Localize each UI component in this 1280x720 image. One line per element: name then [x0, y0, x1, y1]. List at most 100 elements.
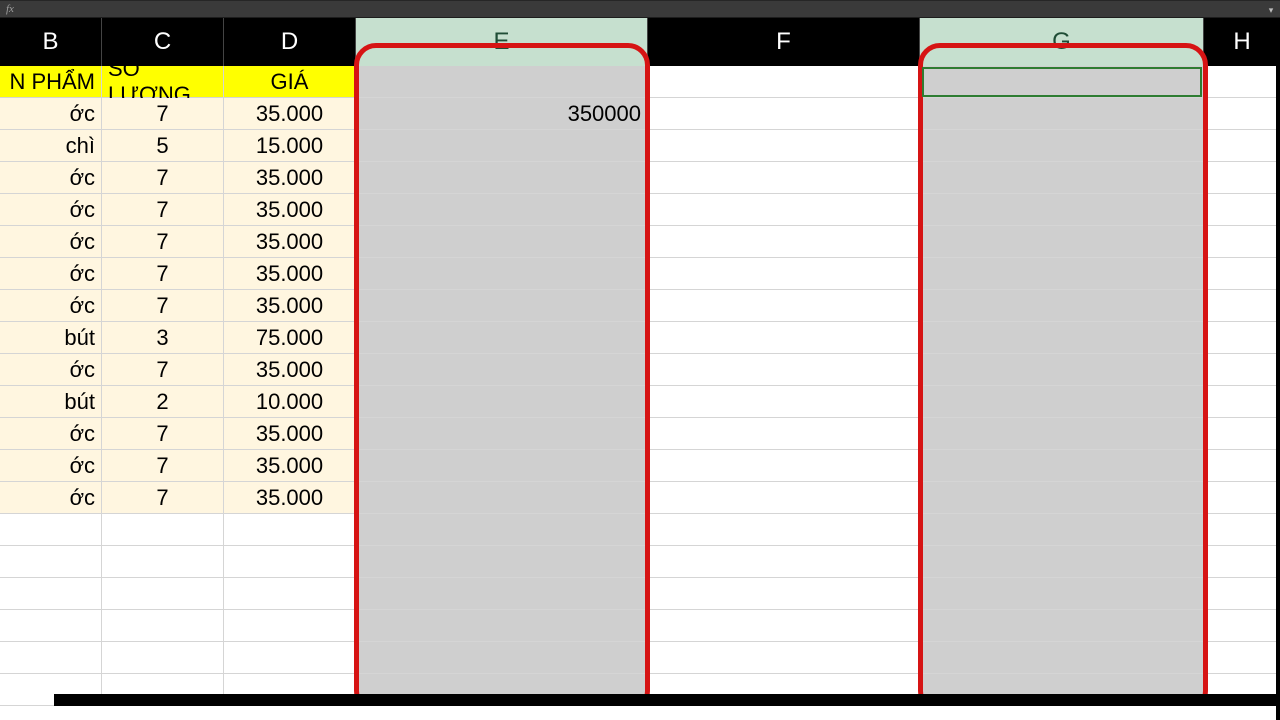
- cell-B[interactable]: ớc: [0, 450, 102, 482]
- cell-H[interactable]: [1204, 418, 1280, 450]
- cell-C[interactable]: 7: [102, 194, 224, 226]
- cell-F[interactable]: [648, 578, 920, 610]
- cell-C[interactable]: [102, 546, 224, 578]
- cell-D[interactable]: [224, 610, 356, 642]
- cell-E[interactable]: 350000: [356, 98, 648, 130]
- cell-D[interactable]: 35.000: [224, 194, 356, 226]
- cell-H[interactable]: [1204, 610, 1280, 642]
- right-scroll-edge[interactable]: [1276, 18, 1280, 720]
- cell-F[interactable]: [648, 450, 920, 482]
- cell-F[interactable]: [648, 514, 920, 546]
- cell-D[interactable]: 35.000: [224, 482, 356, 514]
- cell-G[interactable]: [920, 450, 1204, 482]
- cell-F[interactable]: [648, 194, 920, 226]
- cell-E[interactable]: [356, 450, 648, 482]
- cell-C[interactable]: 7: [102, 482, 224, 514]
- cell-B[interactable]: [0, 610, 102, 642]
- cell-E[interactable]: [356, 354, 648, 386]
- cell-G[interactable]: [920, 546, 1204, 578]
- col-header-F[interactable]: F: [648, 18, 920, 66]
- cell-E[interactable]: [356, 418, 648, 450]
- cell-B[interactable]: ớc: [0, 98, 102, 130]
- cell-G[interactable]: [920, 642, 1204, 674]
- cell-F[interactable]: [648, 130, 920, 162]
- cell-E[interactable]: [356, 130, 648, 162]
- cell-H[interactable]: [1204, 322, 1280, 354]
- cell-B[interactable]: ớc: [0, 418, 102, 450]
- cell-G[interactable]: [920, 578, 1204, 610]
- cell-F[interactable]: [648, 98, 920, 130]
- col-header-E[interactable]: E: [356, 18, 648, 66]
- cell-E[interactable]: [356, 226, 648, 258]
- cell-G[interactable]: [920, 98, 1204, 130]
- cell-F[interactable]: [648, 386, 920, 418]
- cell-C[interactable]: 7: [102, 354, 224, 386]
- cell-D[interactable]: [224, 546, 356, 578]
- cell-G[interactable]: [920, 162, 1204, 194]
- cell-H[interactable]: [1204, 162, 1280, 194]
- cell-G[interactable]: [920, 130, 1204, 162]
- cell-H[interactable]: [1204, 226, 1280, 258]
- cell-B[interactable]: ớc: [0, 226, 102, 258]
- cell-G[interactable]: [920, 290, 1204, 322]
- cell-B[interactable]: ớc: [0, 482, 102, 514]
- cell-E[interactable]: [356, 386, 648, 418]
- cell-G[interactable]: [920, 386, 1204, 418]
- cell-C[interactable]: [102, 610, 224, 642]
- cell-B[interactable]: bút: [0, 386, 102, 418]
- cell-D[interactable]: 35.000: [224, 258, 356, 290]
- cell-E[interactable]: [356, 546, 648, 578]
- cell-D[interactable]: 35.000: [224, 450, 356, 482]
- cell-E[interactable]: [356, 610, 648, 642]
- cell-B[interactable]: [0, 546, 102, 578]
- cell-D[interactable]: 35.000: [224, 98, 356, 130]
- cell-C[interactable]: [102, 578, 224, 610]
- cell-B[interactable]: ớc: [0, 162, 102, 194]
- cell-G[interactable]: [920, 514, 1204, 546]
- cell-H[interactable]: [1204, 386, 1280, 418]
- cell-E[interactable]: [356, 642, 648, 674]
- cell-C[interactable]: 2: [102, 386, 224, 418]
- header-B[interactable]: N PHẨM: [0, 66, 102, 98]
- cell-C[interactable]: 7: [102, 290, 224, 322]
- cell-G-header[interactable]: [920, 66, 1204, 98]
- cell-B[interactable]: ớc: [0, 258, 102, 290]
- cell-G[interactable]: [920, 610, 1204, 642]
- cell-C[interactable]: 5: [102, 130, 224, 162]
- cell-E-header[interactable]: [356, 66, 648, 98]
- cell-E[interactable]: [356, 578, 648, 610]
- cell-D[interactable]: 35.000: [224, 226, 356, 258]
- cell-D[interactable]: 35.000: [224, 162, 356, 194]
- spreadsheet-grid[interactable]: B C D E F G H N PHẨM SỐ LƯỢNG GIÁ ớc735.…: [0, 18, 1280, 706]
- cell-D[interactable]: [224, 514, 356, 546]
- cell-H[interactable]: [1204, 354, 1280, 386]
- cell-D[interactable]: 15.000: [224, 130, 356, 162]
- col-header-B[interactable]: B: [0, 18, 102, 66]
- cell-C[interactable]: 7: [102, 226, 224, 258]
- cell-C[interactable]: 7: [102, 258, 224, 290]
- cell-B[interactable]: [0, 642, 102, 674]
- cell-B[interactable]: ớc: [0, 354, 102, 386]
- cell-B[interactable]: bút: [0, 322, 102, 354]
- cell-F[interactable]: [648, 258, 920, 290]
- cell-C[interactable]: 7: [102, 450, 224, 482]
- cell-B[interactable]: ớc: [0, 290, 102, 322]
- cell-F[interactable]: [648, 546, 920, 578]
- cell-D[interactable]: 35.000: [224, 290, 356, 322]
- cell-F[interactable]: [648, 226, 920, 258]
- cell-H[interactable]: [1204, 258, 1280, 290]
- cell-C[interactable]: 7: [102, 98, 224, 130]
- cell-F[interactable]: [648, 162, 920, 194]
- cell-H-header[interactable]: [1204, 66, 1280, 98]
- cell-E[interactable]: [356, 258, 648, 290]
- cell-C[interactable]: 7: [102, 418, 224, 450]
- cell-G[interactable]: [920, 322, 1204, 354]
- cell-D[interactable]: 35.000: [224, 418, 356, 450]
- col-header-G[interactable]: G: [920, 18, 1204, 66]
- cell-B[interactable]: [0, 578, 102, 610]
- header-C[interactable]: SỐ LƯỢNG: [102, 66, 224, 98]
- cell-D[interactable]: 35.000: [224, 354, 356, 386]
- cell-C[interactable]: [102, 642, 224, 674]
- cell-H[interactable]: [1204, 450, 1280, 482]
- cell-F-header[interactable]: [648, 66, 920, 98]
